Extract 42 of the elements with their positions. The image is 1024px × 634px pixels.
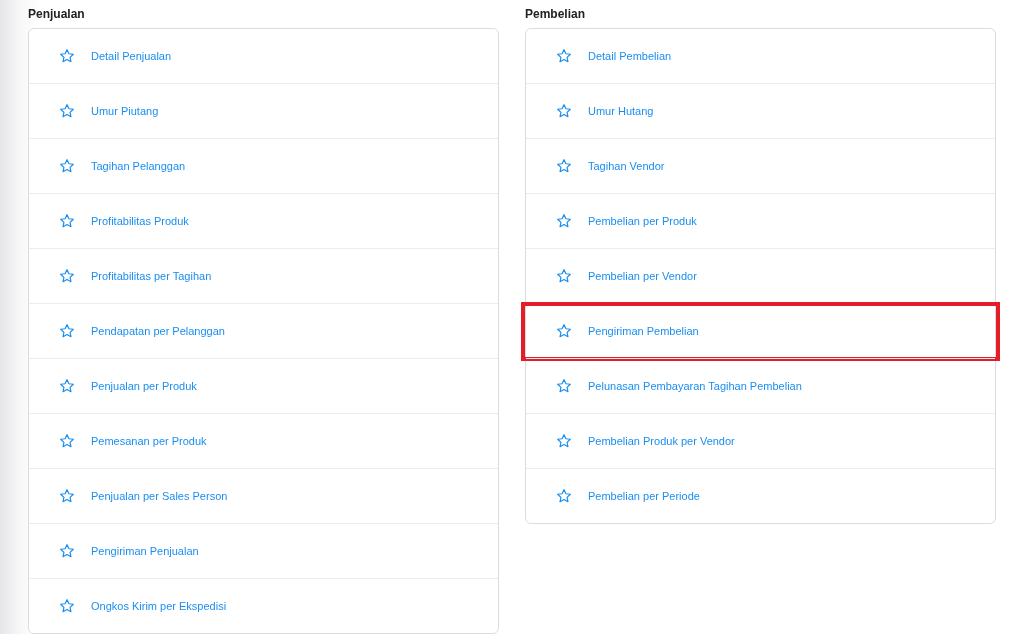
report-link[interactable]: Pembelian per Produk	[526, 193, 995, 248]
star-icon[interactable]	[556, 378, 572, 394]
report-link[interactable]: Penjualan per Produk	[29, 358, 498, 413]
star-icon[interactable]	[59, 378, 75, 394]
star-icon[interactable]	[59, 433, 75, 449]
report-link[interactable]: Pendapatan per Pelanggan	[29, 303, 498, 358]
star-icon[interactable]	[59, 103, 75, 119]
report-link[interactable]: Pembelian per Vendor	[526, 248, 995, 303]
star-icon[interactable]	[556, 103, 572, 119]
report-link[interactable]: Pengiriman Pembelian	[526, 303, 995, 358]
report-link[interactable]: Pembelian Produk per Vendor	[526, 413, 995, 468]
section-heading: Penjualan	[28, 6, 86, 23]
report-link[interactable]: Umur Piutang	[29, 83, 498, 138]
report-link[interactable]: Tagihan Vendor	[526, 138, 995, 193]
star-icon[interactable]	[556, 433, 572, 449]
section-heading: Pembelian	[525, 6, 587, 23]
report-link[interactable]: Ongkos Kirim per Ekspedisi	[29, 578, 498, 633]
star-icon[interactable]	[556, 488, 572, 504]
star-icon[interactable]	[556, 268, 572, 284]
report-link[interactable]: Pembelian per Periode	[526, 468, 995, 523]
star-icon[interactable]	[59, 323, 75, 339]
star-icon[interactable]	[59, 48, 75, 64]
report-link[interactable]: Profitabilitas per Tagihan	[29, 248, 498, 303]
star-icon[interactable]	[556, 213, 572, 229]
report-link[interactable]: Profitabilitas Produk	[29, 193, 498, 248]
star-icon[interactable]	[556, 48, 572, 64]
star-icon[interactable]	[59, 598, 75, 614]
star-icon[interactable]	[59, 488, 75, 504]
report-link[interactable]: Tagihan Pelanggan	[29, 138, 498, 193]
star-icon[interactable]	[59, 158, 75, 174]
report-link[interactable]: Penjualan per Sales Person	[29, 468, 498, 523]
star-icon[interactable]	[59, 543, 75, 559]
star-icon[interactable]	[556, 323, 572, 339]
star-icon[interactable]	[59, 268, 75, 284]
star-icon[interactable]	[556, 158, 572, 174]
star-icon[interactable]	[59, 213, 75, 229]
report-link[interactable]: Detail Pembelian	[526, 29, 995, 83]
report-link[interactable]: Pengiriman Penjualan	[29, 523, 498, 578]
report-link[interactable]: Detail Penjualan	[29, 29, 498, 83]
report-link[interactable]: Pelunasan Pembayaran Tagihan Pembelian	[526, 358, 995, 413]
report-link[interactable]: Pemesanan per Produk	[29, 413, 498, 468]
report-link[interactable]: Umur Hutang	[526, 83, 995, 138]
